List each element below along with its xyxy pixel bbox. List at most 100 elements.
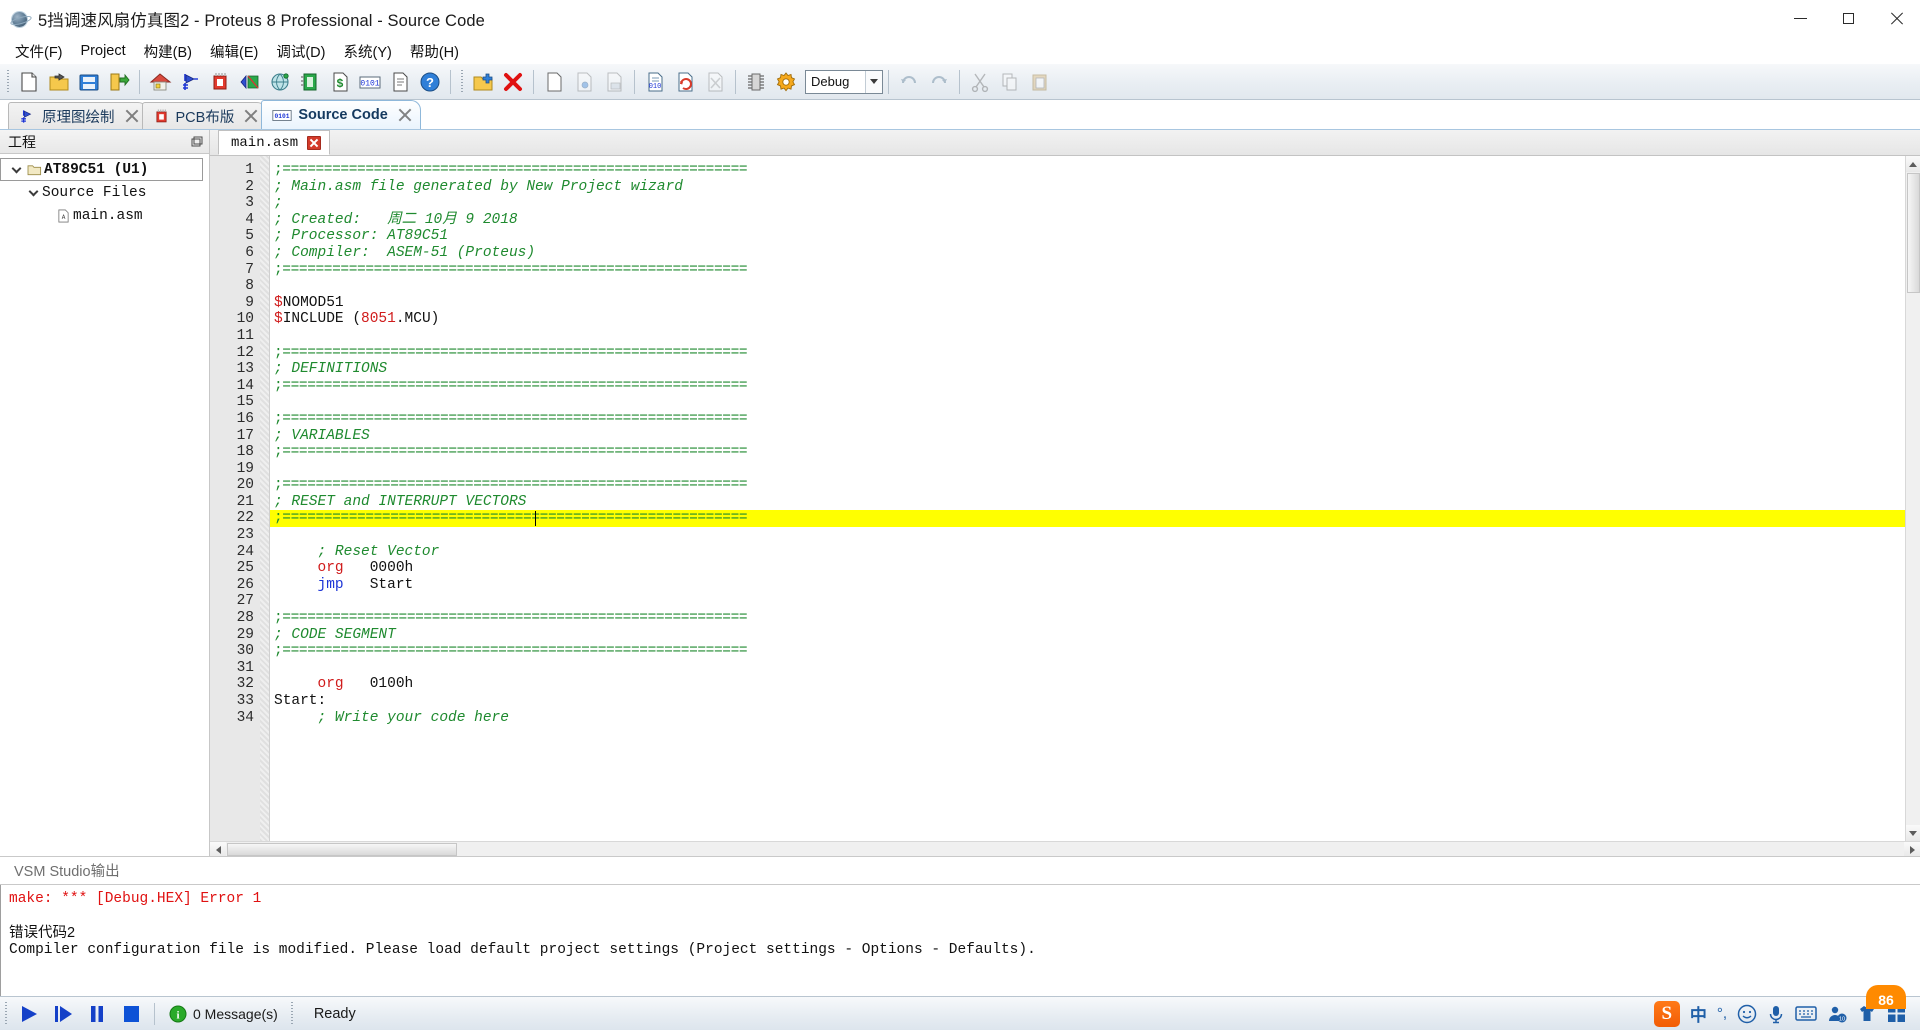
dock-pin-icon[interactable] (189, 134, 205, 150)
minimize-button[interactable] (1776, 0, 1824, 38)
menu-system[interactable]: 系统(Y) (334, 38, 400, 65)
close-button[interactable] (1872, 0, 1920, 38)
scroll-left-icon[interactable] (210, 842, 226, 857)
code-line[interactable]: ;=======================================… (270, 262, 1905, 279)
code-line[interactable]: ; Main.asm file generated by New Project… (270, 179, 1905, 196)
bill-of-materials-icon[interactable]: $ (325, 67, 355, 97)
print-source-icon[interactable] (599, 67, 629, 97)
tab-pcb-layout[interactable]: PCB布版 (141, 102, 268, 129)
clean-project-icon[interactable] (700, 67, 730, 97)
scroll-thumb[interactable] (1906, 173, 1920, 293)
code-line[interactable]: ; VARIABLES (270, 428, 1905, 445)
code-line[interactable]: ;=======================================… (270, 411, 1905, 428)
tree-item-at89c51[interactable]: AT89C51 (U1) (0, 158, 203, 181)
code-line[interactable]: ; CODE SEGMENT (270, 627, 1905, 644)
code-line[interactable]: ;=======================================… (270, 477, 1905, 494)
editor-horizontal-scrollbar[interactable] (210, 841, 1920, 857)
copy-icon[interactable] (995, 67, 1025, 97)
menu-file[interactable]: 文件(F) (6, 38, 72, 65)
save-icon[interactable] (74, 67, 104, 97)
code-line[interactable]: ;=======================================… (270, 162, 1905, 179)
code-text[interactable]: ;=======================================… (270, 156, 1905, 841)
pcb-layout-icon[interactable] (205, 67, 235, 97)
close-icon[interactable] (398, 108, 412, 122)
gerber-viewer-icon[interactable] (295, 67, 325, 97)
code-line[interactable]: ;=======================================… (270, 643, 1905, 660)
code-line[interactable]: ; (270, 195, 1905, 212)
code-line[interactable]: ; Processor: AT89C51 (270, 228, 1905, 245)
toolbar-grip-2[interactable] (459, 69, 465, 94)
code-line[interactable]: ; Created: 周二 10月 9 2018 (270, 212, 1905, 229)
add-files-icon[interactable] (468, 67, 498, 97)
editor-tab-main-asm[interactable]: main.asm (218, 130, 331, 155)
chevron-down-icon[interactable] (865, 70, 882, 93)
undo-icon[interactable] (894, 67, 924, 97)
code-line[interactable]: ; Write your code here (270, 710, 1905, 727)
home-icon[interactable] (145, 67, 175, 97)
scroll-right-icon[interactable] (1904, 842, 1920, 857)
code-line[interactable]: $INCLUDE (8051.MCU) (270, 311, 1905, 328)
emoji-icon[interactable] (1737, 1004, 1757, 1024)
code-line[interactable]: org 0000h (270, 560, 1905, 577)
chevron-down-icon[interactable] (7, 161, 25, 179)
close-icon[interactable] (244, 109, 258, 123)
open-folder-icon[interactable] (44, 67, 74, 97)
new-source-icon[interactable] (539, 67, 569, 97)
message-count-indicator[interactable]: i 0 Message(s) (161, 1005, 286, 1023)
code-line[interactable]: Start: (270, 693, 1905, 710)
code-line[interactable]: ;=======================================… (270, 444, 1905, 461)
code-line[interactable]: ; Compiler: ASEM-51 (Proteus) (270, 245, 1905, 262)
sogou-icon[interactable]: S (1653, 1000, 1680, 1027)
tree-item-main-asm[interactable]: A main.asm (0, 204, 209, 227)
build-project-icon[interactable]: 010 (640, 67, 670, 97)
code-line[interactable]: jmp Start (270, 577, 1905, 594)
close-icon[interactable] (307, 135, 322, 150)
tree-item-source-files[interactable]: Source Files (0, 181, 209, 204)
cut-icon[interactable] (965, 67, 995, 97)
punctuation-icon[interactable]: °, (1717, 1005, 1727, 1022)
scroll-up-icon[interactable] (1905, 156, 1920, 172)
menu-edit[interactable]: 编辑(E) (201, 38, 267, 65)
code-view[interactable]: 1 2 3 4 5 6 7 8 9 10 11 12 13 14 15 16 17 18 19 20 21 22 23 24 2… (210, 156, 1920, 841)
statusbar-grip[interactable] (3, 1001, 9, 1026)
run-button[interactable] (12, 999, 46, 1029)
import-export-icon[interactable] (104, 67, 134, 97)
code-line[interactable]: org 0100h (270, 676, 1905, 693)
scroll-down-icon[interactable] (1905, 825, 1920, 841)
project-settings-icon[interactable] (771, 67, 801, 97)
code-line[interactable] (270, 328, 1905, 345)
toolbar-grip[interactable] (5, 69, 11, 94)
tab-schematic-capture[interactable]: 原理图绘制 (8, 102, 148, 129)
code-line[interactable] (270, 461, 1905, 478)
schematic-capture-icon[interactable] (175, 67, 205, 97)
statusbar-grip-2[interactable] (288, 1001, 295, 1026)
maximize-button[interactable] (1824, 0, 1872, 38)
tab-source-code[interactable]: 0101 Source Code (261, 100, 421, 129)
hscroll-thumb[interactable] (227, 843, 457, 856)
menu-help[interactable]: 帮助(H) (401, 38, 468, 65)
menu-debug[interactable]: 调试(D) (267, 38, 334, 65)
code-line[interactable] (270, 394, 1905, 411)
code-line[interactable] (270, 660, 1905, 677)
project-notes-icon[interactable] (385, 67, 415, 97)
chinese-input-icon[interactable]: 中 (1690, 1001, 1707, 1026)
user-icon[interactable]: 10 (1827, 1004, 1847, 1024)
close-icon[interactable] (125, 109, 139, 123)
build-configuration-select[interactable]: Debug (805, 69, 883, 94)
design-explorer-icon[interactable] (265, 67, 295, 97)
code-line[interactable]: ; DEFINITIONS (270, 361, 1905, 378)
code-line[interactable]: $NOMOD51 (270, 295, 1905, 312)
paste-icon[interactable] (1025, 67, 1055, 97)
soft-keyboard-icon[interactable] (1795, 1005, 1817, 1022)
new-file-icon[interactable] (14, 67, 44, 97)
editor-vertical-scrollbar[interactable] (1905, 156, 1920, 841)
code-line[interactable] (270, 278, 1905, 295)
microphone-icon[interactable] (1767, 1004, 1785, 1024)
pause-button[interactable] (80, 999, 114, 1029)
rebuild-project-icon[interactable] (670, 67, 700, 97)
memory-view-icon[interactable] (741, 67, 771, 97)
stop-button[interactable] (114, 999, 148, 1029)
hscroll-track[interactable] (457, 842, 1904, 856)
output-panel-body[interactable]: make: *** [Debug.HEX] Error 1 错误代码2 Compi… (0, 885, 1920, 996)
code-line[interactable]: ; RESET and INTERRUPT VECTORS (270, 494, 1905, 511)
